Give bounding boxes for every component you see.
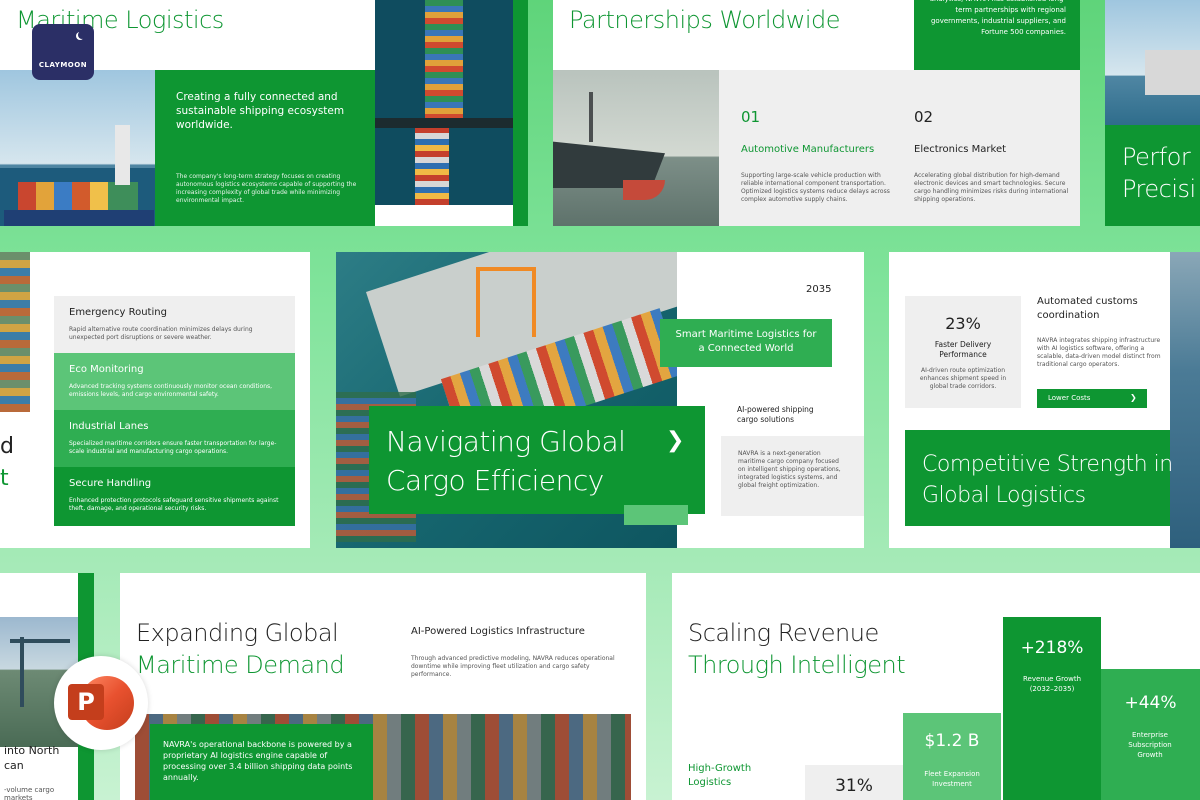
left-letter: d <box>0 434 14 459</box>
slide-competitive-strength: 23% Faster Delivery Performance AI-drive… <box>889 252 1200 548</box>
list-item: Emergency Routing Rapid alternative rout… <box>54 296 295 353</box>
aerial-ship-photo <box>375 0 513 205</box>
slide-performance: Perfor Precisi <box>1105 0 1200 226</box>
items-panel: 01 Automotive Manufacturers Supporting l… <box>719 70 1080 226</box>
stat-label: Fleet Expansion Investment <box>924 770 980 788</box>
powerpoint-icon: P <box>54 656 148 750</box>
slide-navigating-global: 2035 Smart Maritime Logistics for a Conn… <box>336 252 864 548</box>
stat-label: Faster Delivery Performance <box>934 340 992 359</box>
list-item: Secure Handling Enhanced protection prot… <box>54 467 295 526</box>
item-body: Accelerating global distribution for hig… <box>914 172 1069 203</box>
year-label: 2035 <box>806 284 832 295</box>
item-heading: Eco Monitoring <box>69 364 144 375</box>
stat-card: 23% Faster Delivery Performance AI-drive… <box>905 296 1021 408</box>
body-line: -volume cargo markets <box>4 786 55 800</box>
slide-title-line1: Perfor <box>1122 143 1191 171</box>
slide-maritime-demand: Expanding Global Maritime Demand AI-Powe… <box>120 573 646 800</box>
side-label: High-Growth Logistics <box>688 763 752 788</box>
item-heading: Emergency Routing <box>69 307 167 318</box>
stat-bar: +218% Revenue Growth (2032–2035) <box>1003 617 1101 800</box>
heading: AI-Powered Logistics Infrastructure <box>411 626 585 637</box>
title-line2: Maritime Demand <box>136 651 345 679</box>
stat-value: +44% <box>1124 693 1177 713</box>
item-body: Enhanced protection protocols safeguard … <box>69 497 279 512</box>
item-body: Rapid alternative route coordination min… <box>69 326 253 341</box>
info-body: NAVRA is a next-generation maritime carg… <box>738 450 841 489</box>
stat-value: 23% <box>945 314 981 333</box>
green-strip <box>513 0 528 226</box>
ppt-letter: P <box>77 688 95 716</box>
top-text: analytics, NAVRA has established long-te… <box>930 0 1066 36</box>
cargo-ship-photo <box>553 70 719 226</box>
item-body: Specialized maritime corridors ensure fa… <box>69 440 277 455</box>
slide-title-line2: Precisi <box>1122 175 1196 203</box>
body: NAVRA integrates shipping infrastructure… <box>1037 337 1161 368</box>
stat-value: $1.2 B <box>924 731 980 751</box>
list-item: Eco Monitoring Advanced tracking systems… <box>54 353 295 410</box>
stat-value: +218% <box>1020 638 1084 658</box>
slide-title: Partnerships Worldwide <box>569 6 841 34</box>
tag-text: Smart Maritime Logistics for a Connected… <box>675 329 817 354</box>
sub-heading: AI-powered shipping cargo solutions <box>737 405 814 424</box>
chevron-right-icon: ❯ <box>1130 393 1137 402</box>
stat-label: Enterprise Subscription Growth <box>1128 731 1172 759</box>
title-line2: Through Intelligent <box>688 651 906 679</box>
stat-value: 31% <box>835 776 873 796</box>
port-photo <box>0 252 30 412</box>
title-line1: into North <box>4 744 60 757</box>
green-panel: analytics, NAVRA has established long-te… <box>914 0 1080 70</box>
slide-scaling-revenue: Scaling Revenue Through Intelligent High… <box>672 573 1200 800</box>
item-number: 01 <box>741 108 761 126</box>
claymoon-logo: CLAYMOON <box>32 24 94 80</box>
title-line2: can <box>4 759 24 772</box>
slide-lead: Creating a fully connected and sustainab… <box>176 91 345 131</box>
callout-box: NAVRA's operational backbone is powered … <box>150 724 373 800</box>
green-panel: Creating a fully connected and sustainab… <box>155 70 375 226</box>
item-heading: Secure Handling <box>69 478 152 489</box>
tag-box: Smart Maritime Logistics for a Connected… <box>660 319 832 367</box>
body: Through advanced predictive modeling, NA… <box>411 655 615 678</box>
stat-bar: $1.2 B Fleet Expansion Investment <box>903 713 1001 800</box>
item-heading: Industrial Lanes <box>69 421 149 432</box>
next-arrow-icon[interactable]: ❯ <box>666 428 684 453</box>
ship-photo <box>1105 0 1200 125</box>
stat-label: Revenue Growth (2032–2035) <box>1022 675 1082 693</box>
slide-services-list: d t Emergency Routing Rapid alternative … <box>0 252 310 548</box>
slide-title: Competitive Strength in Global Logistics <box>922 452 1173 508</box>
item-heading: Automotive Manufacturers <box>741 144 875 155</box>
heading: Automated customs coordination <box>1037 296 1138 321</box>
left-letter: t <box>0 466 9 491</box>
title-box: Competitive Strength in Global Logistics <box>905 430 1173 526</box>
logo-text: CLAYMOON <box>38 61 88 69</box>
slide-partnerships: Partnerships Worldwide analytics, NAVRA … <box>553 0 1080 226</box>
stat-bar: 31% <box>805 765 903 800</box>
stat-bar: +44% Enterprise Subscription Growth <box>1101 669 1200 800</box>
moon-icon <box>78 31 86 39</box>
title-line1: Scaling Revenue <box>688 619 879 647</box>
title-line1: Expanding Global <box>136 619 339 647</box>
item-body: Supporting large-scale vehicle productio… <box>741 172 890 203</box>
slide-body: The company's long-term strategy focuses… <box>176 173 357 204</box>
stat-body: AI-driven route optimization enhances sh… <box>919 367 1007 390</box>
button-label: Lower Costs <box>1048 394 1091 402</box>
accent-bar <box>624 505 688 525</box>
info-box: NAVRA is a next-generation maritime carg… <box>721 436 864 516</box>
lower-costs-button[interactable]: Lower Costs ❯ <box>1037 389 1147 408</box>
hero-title-box: Navigating Global Cargo Efficiency ❯ <box>369 406 705 514</box>
hero-title: Navigating Global Cargo Efficiency <box>386 425 626 497</box>
ship-photo <box>0 70 155 226</box>
item-heading: Electronics Market <box>914 144 1007 155</box>
item-number: 02 <box>914 108 934 126</box>
callout-text: NAVRA's operational backbone is powered … <box>163 740 353 782</box>
item-body: Advanced tracking systems continuously m… <box>69 383 273 398</box>
list-item: Industrial Lanes Specialized maritime co… <box>54 410 295 467</box>
